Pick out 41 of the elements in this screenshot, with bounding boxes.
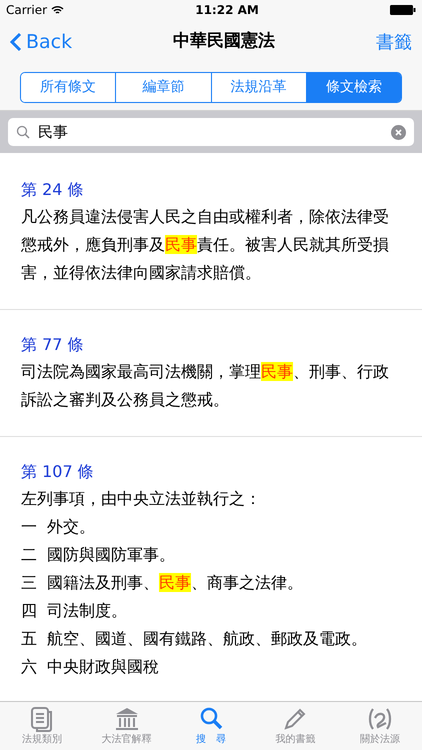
tab-bar-item[interactable]: 搜 尋 (168, 702, 254, 750)
tab-bar-item[interactable]: 關於法源 (338, 702, 422, 750)
clear-icon[interactable] (391, 124, 406, 140)
segment-tab[interactable]: 條文檢索 (306, 72, 401, 102)
building-icon (114, 706, 140, 732)
segment-tab[interactable]: 編章節 (115, 72, 210, 102)
article-text: 司法院為國家最高司法機關，掌理民事、刑事、行政訴訟之審判及公務員之懲戒。 (21, 361, 390, 411)
bookmark-button[interactable]: 書籤 (376, 28, 412, 56)
tab-bar-item[interactable]: 大法官解釋 (84, 702, 169, 750)
wifi-icon (51, 5, 64, 15)
logo-icon (366, 706, 393, 732)
item-number: 二 (21, 544, 37, 566)
article-text: 航空、國道、國有鐵路、航政、郵政及電政。 (47, 628, 367, 650)
nav-title: 中華民國憲法 (173, 30, 276, 54)
chevron-left-icon (10, 32, 22, 52)
article-text: 國防與國防軍事。 (47, 544, 175, 566)
back-button[interactable]: Back (10, 28, 72, 56)
carrier-label: Carrier (6, 2, 48, 19)
article-text: 凡公務員違法侵害人民之自由或權利者，除依法律受懲戒外，應負刑事及民事責任。被害人民就其所受損害，並得依法律向國家請求賠償。 (21, 206, 390, 284)
search-icon (16, 125, 30, 139)
item-number: 四 (21, 600, 37, 622)
article-text: 司法制度。 (47, 600, 127, 622)
article-heading[interactable]: 第 77 條 (21, 332, 401, 358)
item-number: 一 (21, 516, 37, 538)
article-heading[interactable]: 第 107 條 (21, 459, 401, 485)
battery-icon (390, 5, 416, 15)
article-text: 中央財政與國稅 (47, 656, 159, 678)
article-text: 左列事項，由中央立法並執行之： (21, 488, 262, 510)
article-text: 外交。 (47, 516, 95, 538)
tab-bar-item[interactable]: 我的書籤 (253, 702, 338, 750)
article-heading[interactable]: 第 24 條 (21, 177, 401, 203)
tab-bar-item[interactable]: 法規類別 (0, 702, 84, 750)
segment-tab[interactable]: 所有條文 (21, 72, 116, 102)
item-number: 六 (21, 656, 37, 678)
item-number: 三 (21, 572, 37, 594)
status-time: 11:22 AM (195, 2, 259, 19)
article-text: 國籍法及刑事、民事、商事之法律。 (47, 572, 303, 594)
item-number: 五 (21, 628, 37, 650)
search-icon (198, 706, 224, 732)
segment-tab[interactable]: 法規沿革 (210, 72, 306, 102)
search-field[interactable]: 民事 (8, 118, 414, 146)
